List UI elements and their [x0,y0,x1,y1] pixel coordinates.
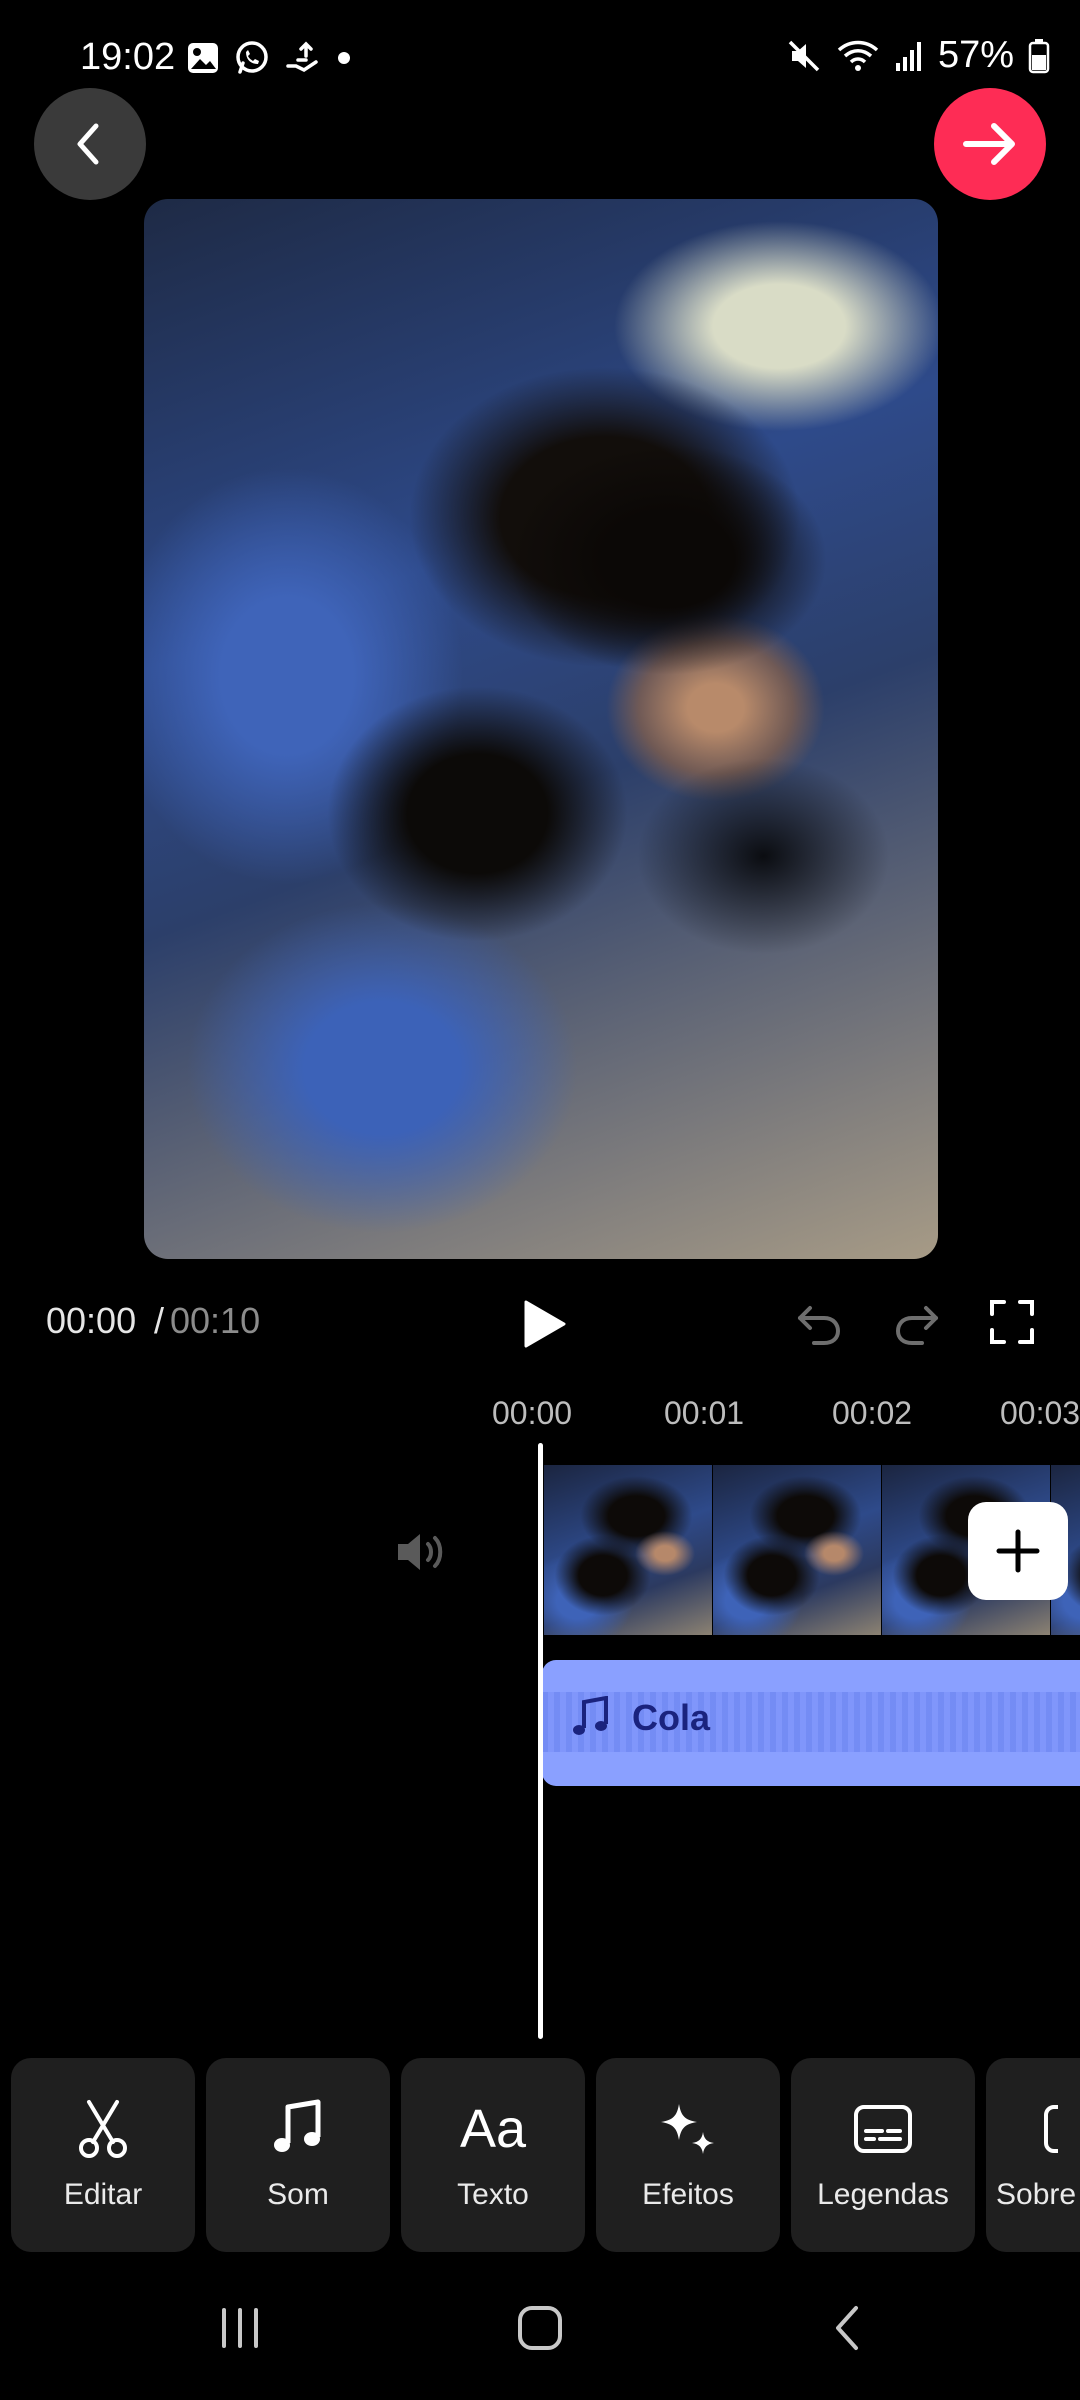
audio-label: Cola [570,1696,710,1740]
gallery-icon [188,43,218,73]
clip-frame [713,1465,881,1635]
wifi-icon [837,40,879,71]
scissors-icon [79,2100,127,2158]
tool-label: Efeitos [642,2178,734,2211]
tool-captions[interactable]: Legendas [791,2058,975,2252]
back-button[interactable] [34,88,146,200]
fullscreen-icon [990,1300,1034,1344]
timeline-tick: 00:03 [1000,1395,1080,1431]
time-separator: / [154,1300,165,1341]
volume-icon [398,1534,443,1570]
tool-overlay[interactable]: Sobre [986,2058,1080,2252]
tool-label: Legendas [817,2178,949,2211]
music-note-icon [573,1696,608,1735]
chevron-left-icon [77,123,99,165]
redo-icon [895,1306,938,1345]
status-left-icons [186,40,354,76]
undo-icon [798,1306,841,1345]
clip-frame [544,1465,712,1635]
tool-label: Som [267,2178,329,2211]
editing-toolbar: Editar Som Aa Texto Efeitos Legendas Sob… [11,2058,1080,2252]
timeline-tick: 00:01 [664,1395,745,1431]
signal-icon [895,41,921,71]
next-button[interactable] [934,88,1046,200]
back-icon[interactable] [824,2304,872,2352]
tool-sound[interactable]: Som [206,2058,390,2252]
fullscreen-button[interactable] [988,1298,1036,1346]
text-aa-icon: Aa [459,2099,527,2159]
tool-effects[interactable]: Efeitos [596,2058,780,2252]
status-time: 19:02 [80,36,176,78]
add-clip-button[interactable] [968,1502,1068,1600]
playhead[interactable] [538,1443,543,2039]
system-nav-bar [0,2280,1080,2380]
arrow-right-icon [963,123,1015,165]
tool-label: Editar [63,2178,143,2211]
battery-percent: 57% [937,34,1014,76]
tool-label: Texto [457,2178,529,2211]
plus-icon [996,1529,1040,1573]
hand-icon [286,41,318,73]
current-time: 00:00 [46,1300,137,1341]
dot-icon [338,52,350,64]
music-note-icon [274,2099,321,2152]
captions-icon [854,2105,912,2153]
status-right: 57% [786,34,1050,77]
recents-icon[interactable] [216,2304,264,2352]
battery-icon [1028,38,1050,73]
timeline-tick: 00:00 [492,1395,573,1431]
clip-volume-button[interactable] [392,1526,452,1578]
overlay-icon [1044,2105,1058,2153]
sparkles-icon [661,2104,714,2154]
timeline-tick: 00:02 [832,1395,913,1431]
redo-button[interactable] [890,1298,942,1350]
video-preview[interactable] [144,199,938,1259]
mute-icon [788,40,820,71]
tool-text[interactable]: Aa Texto [401,2058,585,2252]
play-icon [524,1300,566,1348]
undo-button[interactable] [794,1298,846,1350]
tool-label: Sobre [996,2178,1077,2211]
play-button[interactable] [516,1296,572,1352]
total-time: 00:10 [170,1300,261,1341]
audio-track-name: Cola [632,1697,711,1738]
whatsapp-icon [236,41,268,74]
tool-edit[interactable]: Editar [11,2058,195,2252]
home-icon[interactable] [516,2304,564,2352]
audio-track[interactable]: Cola [542,1660,1080,1786]
